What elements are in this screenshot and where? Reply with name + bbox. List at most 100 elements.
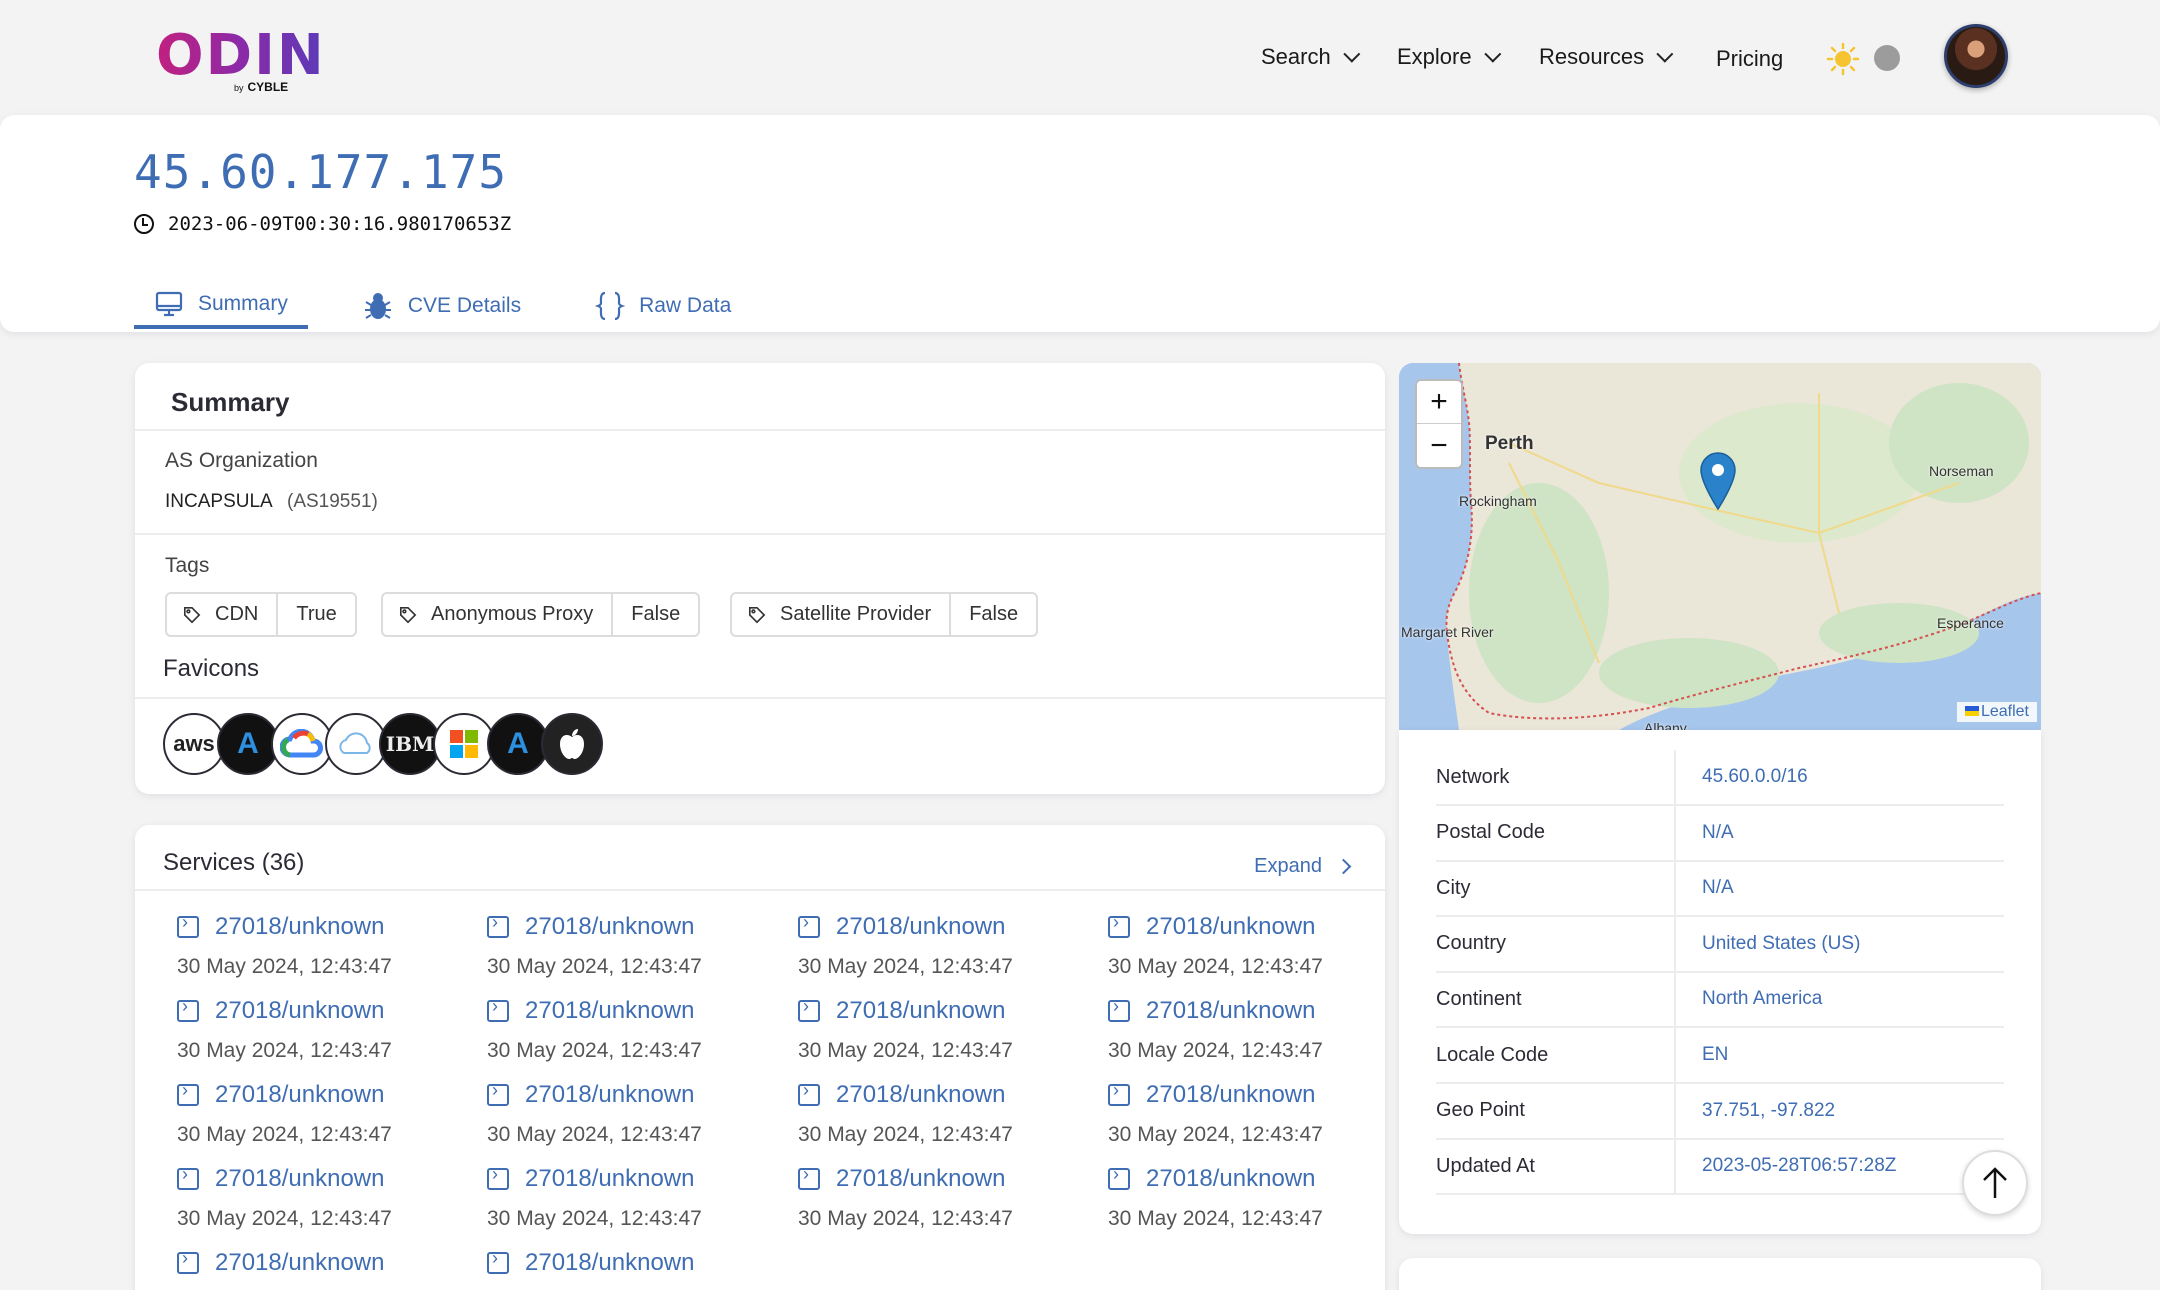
service-link[interactable]: 27018/unknown xyxy=(798,1080,1098,1109)
zoom-in-button[interactable]: + xyxy=(1417,381,1461,424)
terminal-icon xyxy=(177,996,199,1022)
service-link[interactable]: 27018/unknown xyxy=(1108,1080,1408,1109)
service-link[interactable]: 27018/unknown xyxy=(1108,1164,1408,1193)
geo-value[interactable]: EN xyxy=(1676,1044,1728,1066)
service-date: 30 May 2024, 12:43:47 xyxy=(1108,1123,1323,1146)
as-number: (AS19551) xyxy=(287,491,378,512)
service-date: 30 May 2024, 12:43:47 xyxy=(487,1207,702,1230)
geo-value[interactable]: 2023-05-28T06:57:28Z xyxy=(1676,1155,1896,1177)
terminal-icon xyxy=(1108,1164,1130,1190)
ip-address-title: 45.60.177.175 xyxy=(134,145,508,199)
scroll-to-top-button[interactable] xyxy=(1962,1150,2028,1216)
ibm-cloud-icon[interactable] xyxy=(325,713,387,775)
chevron-down-icon xyxy=(1656,45,1674,63)
geo-value[interactable]: United States (US) xyxy=(1676,933,1860,955)
aws-icon[interactable]: aws xyxy=(163,713,225,775)
service-link[interactable]: 27018/unknown xyxy=(487,1248,787,1277)
nav-resources[interactable]: Resources xyxy=(1539,44,1674,70)
map-label-esperance: Esperance xyxy=(1937,615,2004,631)
nav-pricing-label: Pricing xyxy=(1716,46,1784,71)
service-link[interactable]: 27018/unknown xyxy=(487,996,787,1025)
map-label-margaret-river: Margaret River xyxy=(1401,624,1494,640)
service-date: 30 May 2024, 12:43:47 xyxy=(487,1039,702,1062)
map-label-albany: Albany xyxy=(1644,720,1687,730)
monitor-icon xyxy=(155,291,183,317)
zoom-control: + − xyxy=(1415,379,1463,469)
geo-value[interactable]: N/A xyxy=(1676,877,1734,899)
service-item: 27018/unknown 30 May 2024, 12:43:47 xyxy=(1108,1164,1408,1231)
terminal-icon xyxy=(487,996,509,1022)
service-date: 30 May 2024, 12:43:47 xyxy=(1108,955,1323,978)
geo-row: Network 45.60.0.0/16 xyxy=(1436,750,2004,806)
service-date: 30 May 2024, 12:43:47 xyxy=(798,1039,1013,1062)
user-avatar[interactable] xyxy=(1944,24,2008,88)
tag-name: CDN xyxy=(167,594,276,635)
ibm-icon[interactable]: IBM xyxy=(379,713,441,775)
service-link[interactable]: 27018/unknown xyxy=(487,1164,787,1193)
service-link[interactable]: 27018/unknown xyxy=(1108,996,1408,1025)
google-cloud-icon[interactable] xyxy=(271,713,333,775)
sun-icon[interactable] xyxy=(1826,42,1860,76)
service-item: 27018/unknown 30 May 2024, 12:43:47 xyxy=(177,1164,477,1231)
nav-resources-label: Resources xyxy=(1539,44,1645,69)
geo-value[interactable]: N/A xyxy=(1676,822,1734,844)
nav-search[interactable]: Search xyxy=(1261,44,1361,70)
service-item: 27018/unknown 30 May 2024, 12:43:47 xyxy=(798,1164,1098,1231)
map-attribution[interactable]: Leaflet xyxy=(1956,702,2037,722)
tag-anonymous-proxy[interactable]: Anonymous Proxy False xyxy=(381,592,701,637)
nav-explore[interactable]: Explore xyxy=(1397,44,1501,70)
geo-value[interactable]: 37.751, -97.822 xyxy=(1676,1100,1835,1122)
microsoft-icon[interactable] xyxy=(433,713,495,775)
zoom-out-button[interactable]: − xyxy=(1417,424,1461,467)
geo-info-card: Network 45.60.0.0/16 Postal Code N/A City N/A… xyxy=(1399,730,2041,1234)
map-label-rockingham: Rockingham xyxy=(1459,493,1537,509)
map-pin-icon[interactable] xyxy=(1699,451,1737,511)
terminal-icon xyxy=(1108,912,1130,938)
service-link[interactable]: 27018/unknown xyxy=(798,1164,1098,1193)
summary-title: Summary xyxy=(171,387,290,417)
tab-summary[interactable]: Summary xyxy=(134,283,308,329)
service-link[interactable]: 27018/unknown xyxy=(177,1248,477,1277)
service-link[interactable]: 27018/unknown xyxy=(1108,912,1408,941)
service-link[interactable]: 27018/unknown xyxy=(177,1080,477,1109)
service-link[interactable]: 27018/unknown xyxy=(177,1164,477,1193)
odin-logo[interactable]: ODIN by CYBLE xyxy=(156,28,326,100)
theme-toggle[interactable] xyxy=(1874,45,1900,71)
terminal-icon xyxy=(177,1080,199,1106)
tag-satellite-provider[interactable]: Satellite Provider False xyxy=(730,592,1039,637)
service-date: 30 May 2024, 12:43:47 xyxy=(177,955,392,978)
services-card: Services (36) Expand 27018/unknown 30 May… xyxy=(135,825,1385,1290)
location-map[interactable]: Perth Rockingham Norseman Margaret River… xyxy=(1399,363,2041,730)
braces-icon xyxy=(595,291,626,321)
service-link[interactable]: 27018/unknown xyxy=(798,912,1098,941)
service-item: 27018/unknown 30 May 2024, 12:43:47 xyxy=(1108,912,1408,979)
tab-cve-details[interactable]: CVE Details xyxy=(342,283,541,329)
azure-icon[interactable]: A xyxy=(487,713,549,775)
geo-value[interactable]: North America xyxy=(1676,988,1822,1010)
service-link[interactable]: 27018/unknown xyxy=(177,996,477,1025)
terminal-icon xyxy=(487,912,509,938)
service-item: 27018/unknown 30 May 2024, 12:43:47 xyxy=(1108,1080,1408,1147)
tag-icon xyxy=(748,606,766,623)
service-link[interactable]: 27018/unknown xyxy=(177,912,477,941)
service-link[interactable]: 27018/unknown xyxy=(487,1080,787,1109)
nav-explore-label: Explore xyxy=(1397,44,1472,69)
expand-button[interactable]: Expand xyxy=(1254,855,1352,878)
apple-icon[interactable] xyxy=(541,713,603,775)
tag-cdn[interactable]: CDN True xyxy=(165,592,357,637)
geo-key: Country xyxy=(1436,916,1676,971)
logo-byline: by CYBLE xyxy=(234,80,289,94)
service-link[interactable]: 27018/unknown xyxy=(798,996,1098,1025)
divider xyxy=(135,697,1385,699)
terminal-icon xyxy=(1108,996,1130,1022)
azure-icon[interactable]: A xyxy=(217,713,279,775)
attribution-label: Leaflet xyxy=(1980,703,2029,720)
nav-pricing[interactable]: Pricing xyxy=(1716,46,1783,72)
service-item: 27018/unknown 30 May 2024, 12:43:47 xyxy=(798,996,1098,1063)
terminal-icon xyxy=(1108,1080,1130,1106)
geo-value[interactable]: 45.60.0.0/16 xyxy=(1676,766,1808,788)
geo-key: Network xyxy=(1436,750,1676,804)
service-link[interactable]: 27018/unknown xyxy=(487,912,787,941)
expand-label: Expand xyxy=(1254,855,1322,877)
tab-raw-data[interactable]: Raw Data xyxy=(575,283,751,329)
